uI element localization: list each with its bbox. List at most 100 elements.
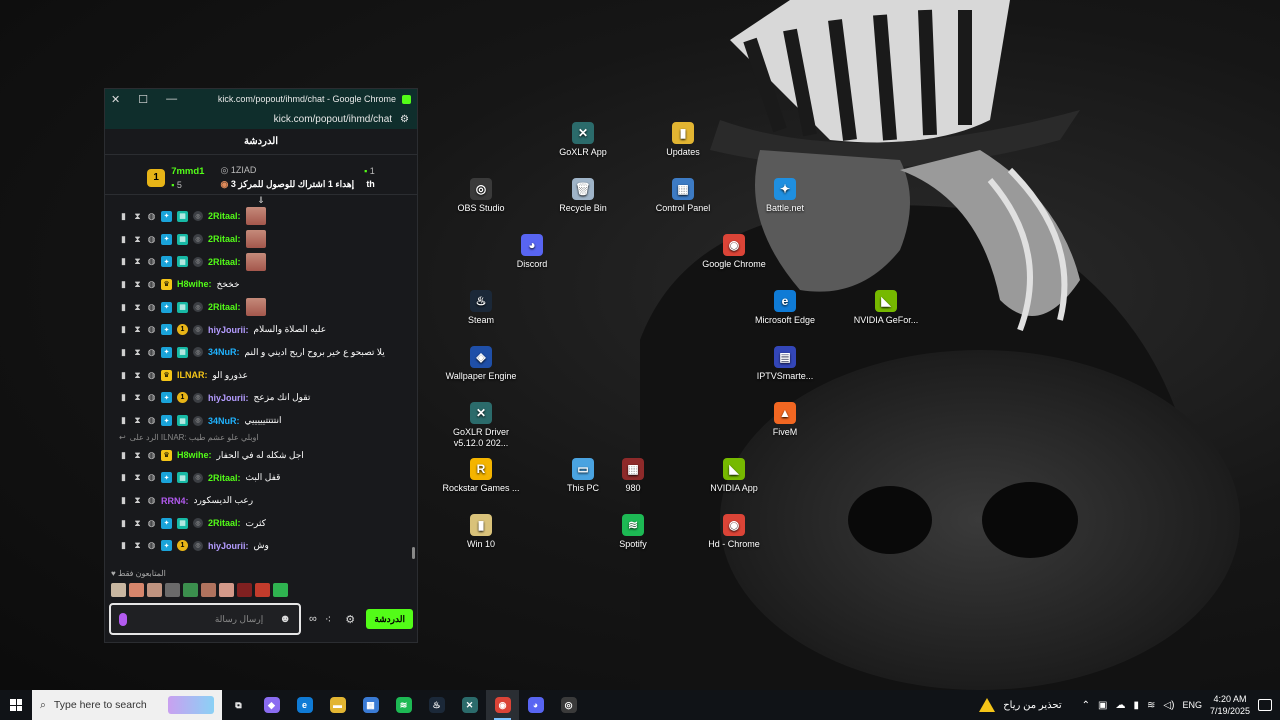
emote-thumbnail[interactable] [237, 583, 252, 597]
moderator-icon[interactable]: ◍ [147, 472, 156, 483]
window-titlebar[interactable]: ✕ ☐ — kick.com/popout/ihmd/chat - Google… [105, 89, 417, 109]
language-indicator[interactable]: ENG [1182, 700, 1202, 710]
chat-username[interactable]: 2Ritaal: [208, 473, 241, 483]
moderator-icon[interactable]: ◍ [147, 256, 156, 267]
taskbar-app-chrome[interactable]: ◉ [486, 690, 519, 720]
emote-thumbnail[interactable] [183, 583, 198, 597]
delete-icon[interactable]: ▮ [119, 256, 128, 267]
timeout-icon[interactable]: ⧗ [133, 370, 142, 381]
desktop-icon[interactable]: ✕ GoXLR App [544, 122, 622, 158]
chat-username[interactable]: H8wihe: [177, 450, 212, 460]
delete-icon[interactable]: ▮ [119, 370, 128, 381]
wifi-icon[interactable]: ≋ [1147, 700, 1155, 711]
chat-username[interactable]: hiyJourii: [208, 325, 249, 335]
delete-icon[interactable]: ▮ [119, 302, 128, 313]
chat-username[interactable]: 34NuR: [208, 347, 240, 357]
chat-username[interactable]: hiyJourii: [208, 393, 249, 403]
emote-thumbnail[interactable] [273, 583, 288, 597]
timeout-icon[interactable]: ⧗ [133, 324, 142, 335]
url-bar[interactable]: kick.com/popout/ihmd/chat ⚙ [105, 109, 417, 129]
desktop-icon[interactable]: ▤ IPTVSmarte... [746, 346, 824, 382]
timeout-icon[interactable]: ⧗ [133, 518, 142, 529]
timeout-icon[interactable]: ⧗ [133, 472, 142, 483]
delete-icon[interactable]: ▮ [119, 450, 128, 461]
url-text[interactable]: kick.com/popout/ihmd/chat [274, 114, 392, 125]
clock[interactable]: 4:20 AM 7/19/2025 [1210, 693, 1250, 717]
delete-icon[interactable]: ▮ [119, 495, 128, 506]
chat-username[interactable]: 2Ritaal: [208, 518, 241, 528]
taskbar-app-task-view[interactable]: ⧉ [222, 690, 255, 720]
chat-username[interactable]: 34NuR: [208, 416, 240, 426]
tune-icon[interactable]: ⚙ [400, 114, 409, 125]
kick-chat-popup-window[interactable]: ✕ ☐ — kick.com/popout/ihmd/chat - Google… [104, 88, 418, 643]
desktop-icon[interactable]: ◕ Discord [493, 234, 571, 270]
message-box[interactable]: ☻ [109, 603, 301, 635]
taskbar-app-obs[interactable]: ◎ [552, 690, 585, 720]
chat-username[interactable]: ILNAR: [177, 370, 208, 380]
taskbar-app-store[interactable]: ▦ [354, 690, 387, 720]
moderator-icon[interactable]: ◍ [147, 392, 156, 403]
moderator-icon[interactable]: ◍ [147, 279, 156, 290]
microphone-icon[interactable] [119, 612, 127, 626]
moderator-icon[interactable]: ◍ [147, 347, 156, 358]
timeout-icon[interactable]: ⧗ [133, 234, 142, 245]
desktop-icon[interactable]: ◈ Wallpaper Engine [442, 346, 520, 382]
emote-thumbnail[interactable] [129, 583, 144, 597]
timeout-icon[interactable]: ⧗ [133, 415, 142, 426]
desktop-icon[interactable]: e Microsoft Edge [746, 290, 824, 326]
timeout-icon[interactable]: ⧗ [133, 392, 142, 403]
maximize-icon[interactable]: ☐ [138, 93, 148, 106]
delete-icon[interactable]: ▮ [119, 518, 128, 529]
timeout-icon[interactable]: ⧗ [133, 302, 142, 313]
moderator-icon[interactable]: ◍ [147, 450, 156, 461]
delete-icon[interactable]: ▮ [119, 234, 128, 245]
chat-username[interactable]: hiyJourii: [208, 541, 249, 551]
moderator-icon[interactable]: ◍ [147, 211, 156, 222]
timeout-icon[interactable]: ⧗ [133, 495, 142, 506]
moderator-icon[interactable]: ◍ [147, 540, 156, 551]
timeout-icon[interactable]: ⧗ [133, 540, 142, 551]
emote-thumbnail[interactable] [147, 583, 162, 597]
taskbar-app-spotify[interactable]: ≋ [387, 690, 420, 720]
chat-username[interactable]: 2Ritaal: [208, 257, 241, 267]
chat-username[interactable]: RRN4: [161, 496, 189, 506]
desktop-icon[interactable]: ◉ Hd - Chrome [695, 514, 773, 550]
notification-icon[interactable] [1258, 699, 1272, 711]
cloud-icon[interactable]: ☁ [1116, 700, 1126, 711]
moderator-icon[interactable]: ◍ [147, 495, 156, 506]
chat-username[interactable]: H8wihe: [177, 279, 212, 289]
timeout-icon[interactable]: ⧗ [133, 211, 142, 222]
delete-icon[interactable]: ▮ [119, 211, 128, 222]
leader-second-name[interactable]: 1ZIAD [231, 165, 257, 175]
timeout-icon[interactable]: ⧗ [133, 347, 142, 358]
delete-icon[interactable]: ▮ [119, 415, 128, 426]
taskbar-app-chrome-hd[interactable]: ◕ [519, 690, 552, 720]
chevron-up-icon[interactable]: ⌃ [1082, 700, 1090, 711]
moderator-icon[interactable]: ◍ [147, 370, 156, 381]
chat-username[interactable]: 2Ritaal: [208, 211, 241, 221]
taskbar-search[interactable]: ⌕ Type here to search [32, 690, 222, 720]
emote-thumbnail[interactable] [111, 583, 126, 597]
settings-gear-icon[interactable]: ⚙ [345, 613, 355, 626]
emoji-icon[interactable]: ☻ [279, 613, 291, 625]
chat-send-button[interactable]: الدردشة [366, 609, 413, 629]
emote-thumbnail[interactable] [201, 583, 216, 597]
desktop-icon[interactable]: ◉ Google Chrome [695, 234, 773, 270]
emote-quick-bar[interactable] [111, 583, 288, 597]
desktop-icon[interactable]: ▦ Control Panel [644, 178, 722, 214]
mic-tray-icon[interactable]: ▮ [1134, 700, 1140, 711]
desktop-icon[interactable]: ▮ Updates [644, 122, 722, 158]
expand-pinned-icon[interactable]: ⇓ [105, 195, 417, 205]
emote-thumbnail[interactable] [255, 583, 270, 597]
moderator-icon[interactable]: ◍ [147, 415, 156, 426]
delete-icon[interactable]: ▮ [119, 472, 128, 483]
timeout-icon[interactable]: ⧗ [133, 279, 142, 290]
leader-first-name[interactable]: 7mmd1 [171, 166, 204, 177]
delete-icon[interactable]: ▮ [119, 540, 128, 551]
timeout-icon[interactable]: ⧗ [133, 256, 142, 267]
timeout-icon[interactable]: ⧗ [133, 450, 142, 461]
share-icon[interactable]: ⁖ [325, 613, 331, 626]
close-icon[interactable]: ✕ [111, 93, 120, 106]
volume-icon[interactable]: ◁) [1163, 700, 1174, 711]
minimize-icon[interactable]: — [166, 93, 177, 106]
